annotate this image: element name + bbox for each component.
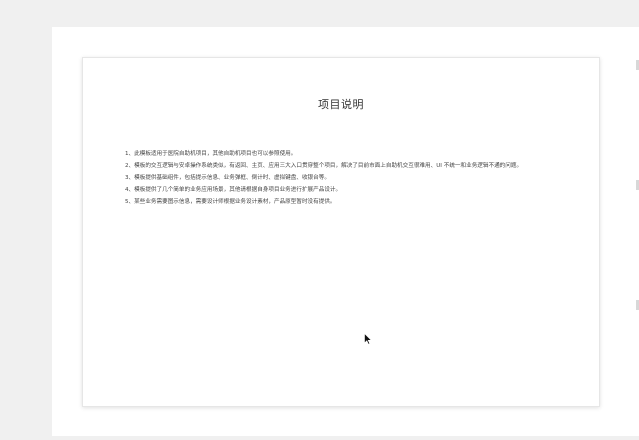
description-list: 1、此模板适用于医院自助机项目，其他自助机项目也可以参照使用。 2、模板的交互逻…	[125, 150, 535, 210]
mouse-pointer-icon	[364, 333, 372, 345]
list-item: 3、模板提供基础组件，包括提示信息、业务弹框、倒计时、虚拟键盘、收银台等。	[125, 174, 330, 181]
document-page: 项目说明 1、此模板适用于医院自助机项目，其他自助机项目也可以参照使用。 2、模…	[82, 57, 600, 407]
list-item: 1、此模板适用于医院自助机项目，其他自助机项目也可以参照使用。	[125, 151, 297, 157]
list-item: 5、某些业务需要图示信息，需要设计师根据业务设计素材，产品原型暂时没有提供。	[125, 198, 336, 205]
list-item: 2、模板的交互逻辑与安卓操作系统类似，有返回、主页、应用三大入口贯穿整个项目，解…	[125, 162, 523, 169]
list-item: 4、模板提供了几个简单的业务应用场景，其他请根据自身项目业务进行扩展产品设计。	[125, 186, 342, 193]
page-title: 项目说明	[318, 98, 364, 111]
canvas-area: 项目说明 1、此模板适用于医院自助机项目，其他自助机项目也可以参照使用。 2、模…	[52, 27, 639, 436]
